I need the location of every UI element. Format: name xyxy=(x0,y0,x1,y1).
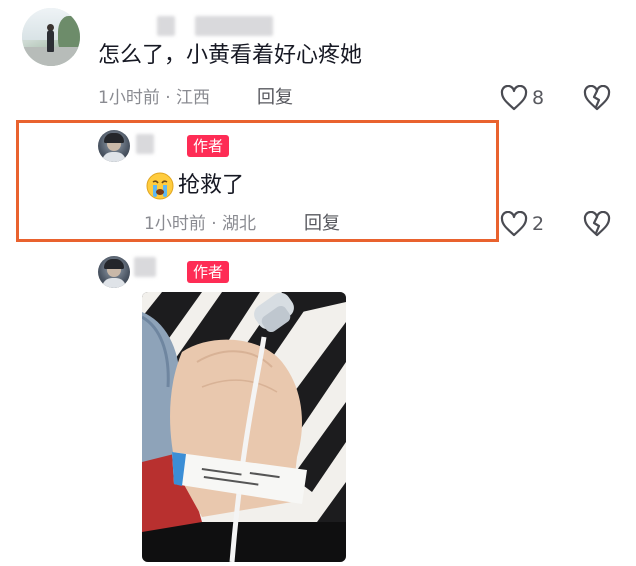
crying-face-icon xyxy=(146,172,174,200)
reply-dislike-button[interactable] xyxy=(583,209,611,239)
commenter-name-redacted xyxy=(195,16,273,36)
author-avatar[interactable] xyxy=(98,256,130,288)
comment-reply-button[interactable]: 回复 xyxy=(257,87,293,109)
comment-like-count: 8 xyxy=(532,87,545,109)
author-name-redacted xyxy=(134,257,156,277)
highlight-box xyxy=(16,120,499,242)
reply-reply-button[interactable]: 回复 xyxy=(304,213,340,235)
reply-text: 抢救了 xyxy=(178,173,245,198)
reply-like-button[interactable]: 2 xyxy=(500,209,544,239)
comment-dislike-button[interactable] xyxy=(583,83,611,113)
reply-text-row: 抢救了 xyxy=(146,171,244,201)
heart-outline-icon xyxy=(500,85,528,111)
commenter-name-redacted xyxy=(157,16,175,36)
photo-illustration xyxy=(142,292,346,562)
comment-text: 怎么了，小黄看着好心疼她 xyxy=(98,43,363,68)
comment-time-location: 1小时前 · 江西 xyxy=(98,88,211,108)
comment-like-button[interactable]: 8 xyxy=(500,83,544,113)
reply-like-count: 2 xyxy=(532,213,545,235)
broken-heart-icon xyxy=(583,211,611,237)
comment-thread: 怎么了，小黄看着好心疼她 1小时前 · 江西 回复 8 作者 抢救了 1小时前 … xyxy=(0,0,636,566)
heart-outline-icon xyxy=(500,211,528,237)
author-badge: 作者 xyxy=(187,261,230,283)
author-name-redacted xyxy=(136,134,154,154)
author-avatar[interactable] xyxy=(98,130,130,162)
hospital-wristband-photo[interactable] xyxy=(142,292,346,562)
broken-heart-icon xyxy=(583,85,611,111)
reply-time-location: 1小时前 · 湖北 xyxy=(144,214,257,234)
author-badge: 作者 xyxy=(187,135,230,157)
commenter-avatar[interactable] xyxy=(22,8,80,66)
